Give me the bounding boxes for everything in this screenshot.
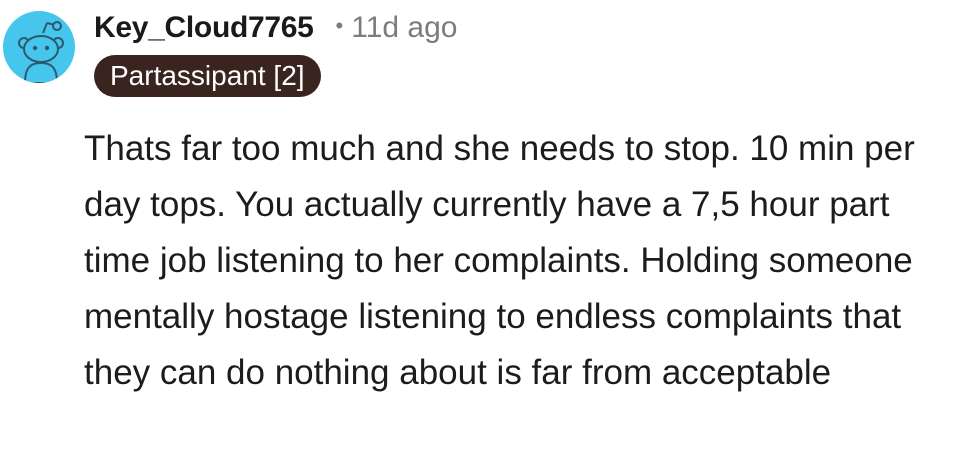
avatar[interactable] [3, 11, 75, 83]
user-flair: Partassipant [2] [94, 55, 321, 97]
comment-header: Key_Cloud7765 • 11d ago [94, 8, 457, 48]
header-separator: • [335, 13, 344, 38]
comment: Key_Cloud7765 • 11d ago Partassipant [2]… [0, 0, 971, 454]
username[interactable]: Key_Cloud7765 [94, 11, 314, 45]
comment-body: Thats far too much and she needs to stop… [84, 129, 915, 392]
snoo-avatar-icon [18, 21, 64, 83]
timestamp: 11d ago [351, 11, 458, 44]
